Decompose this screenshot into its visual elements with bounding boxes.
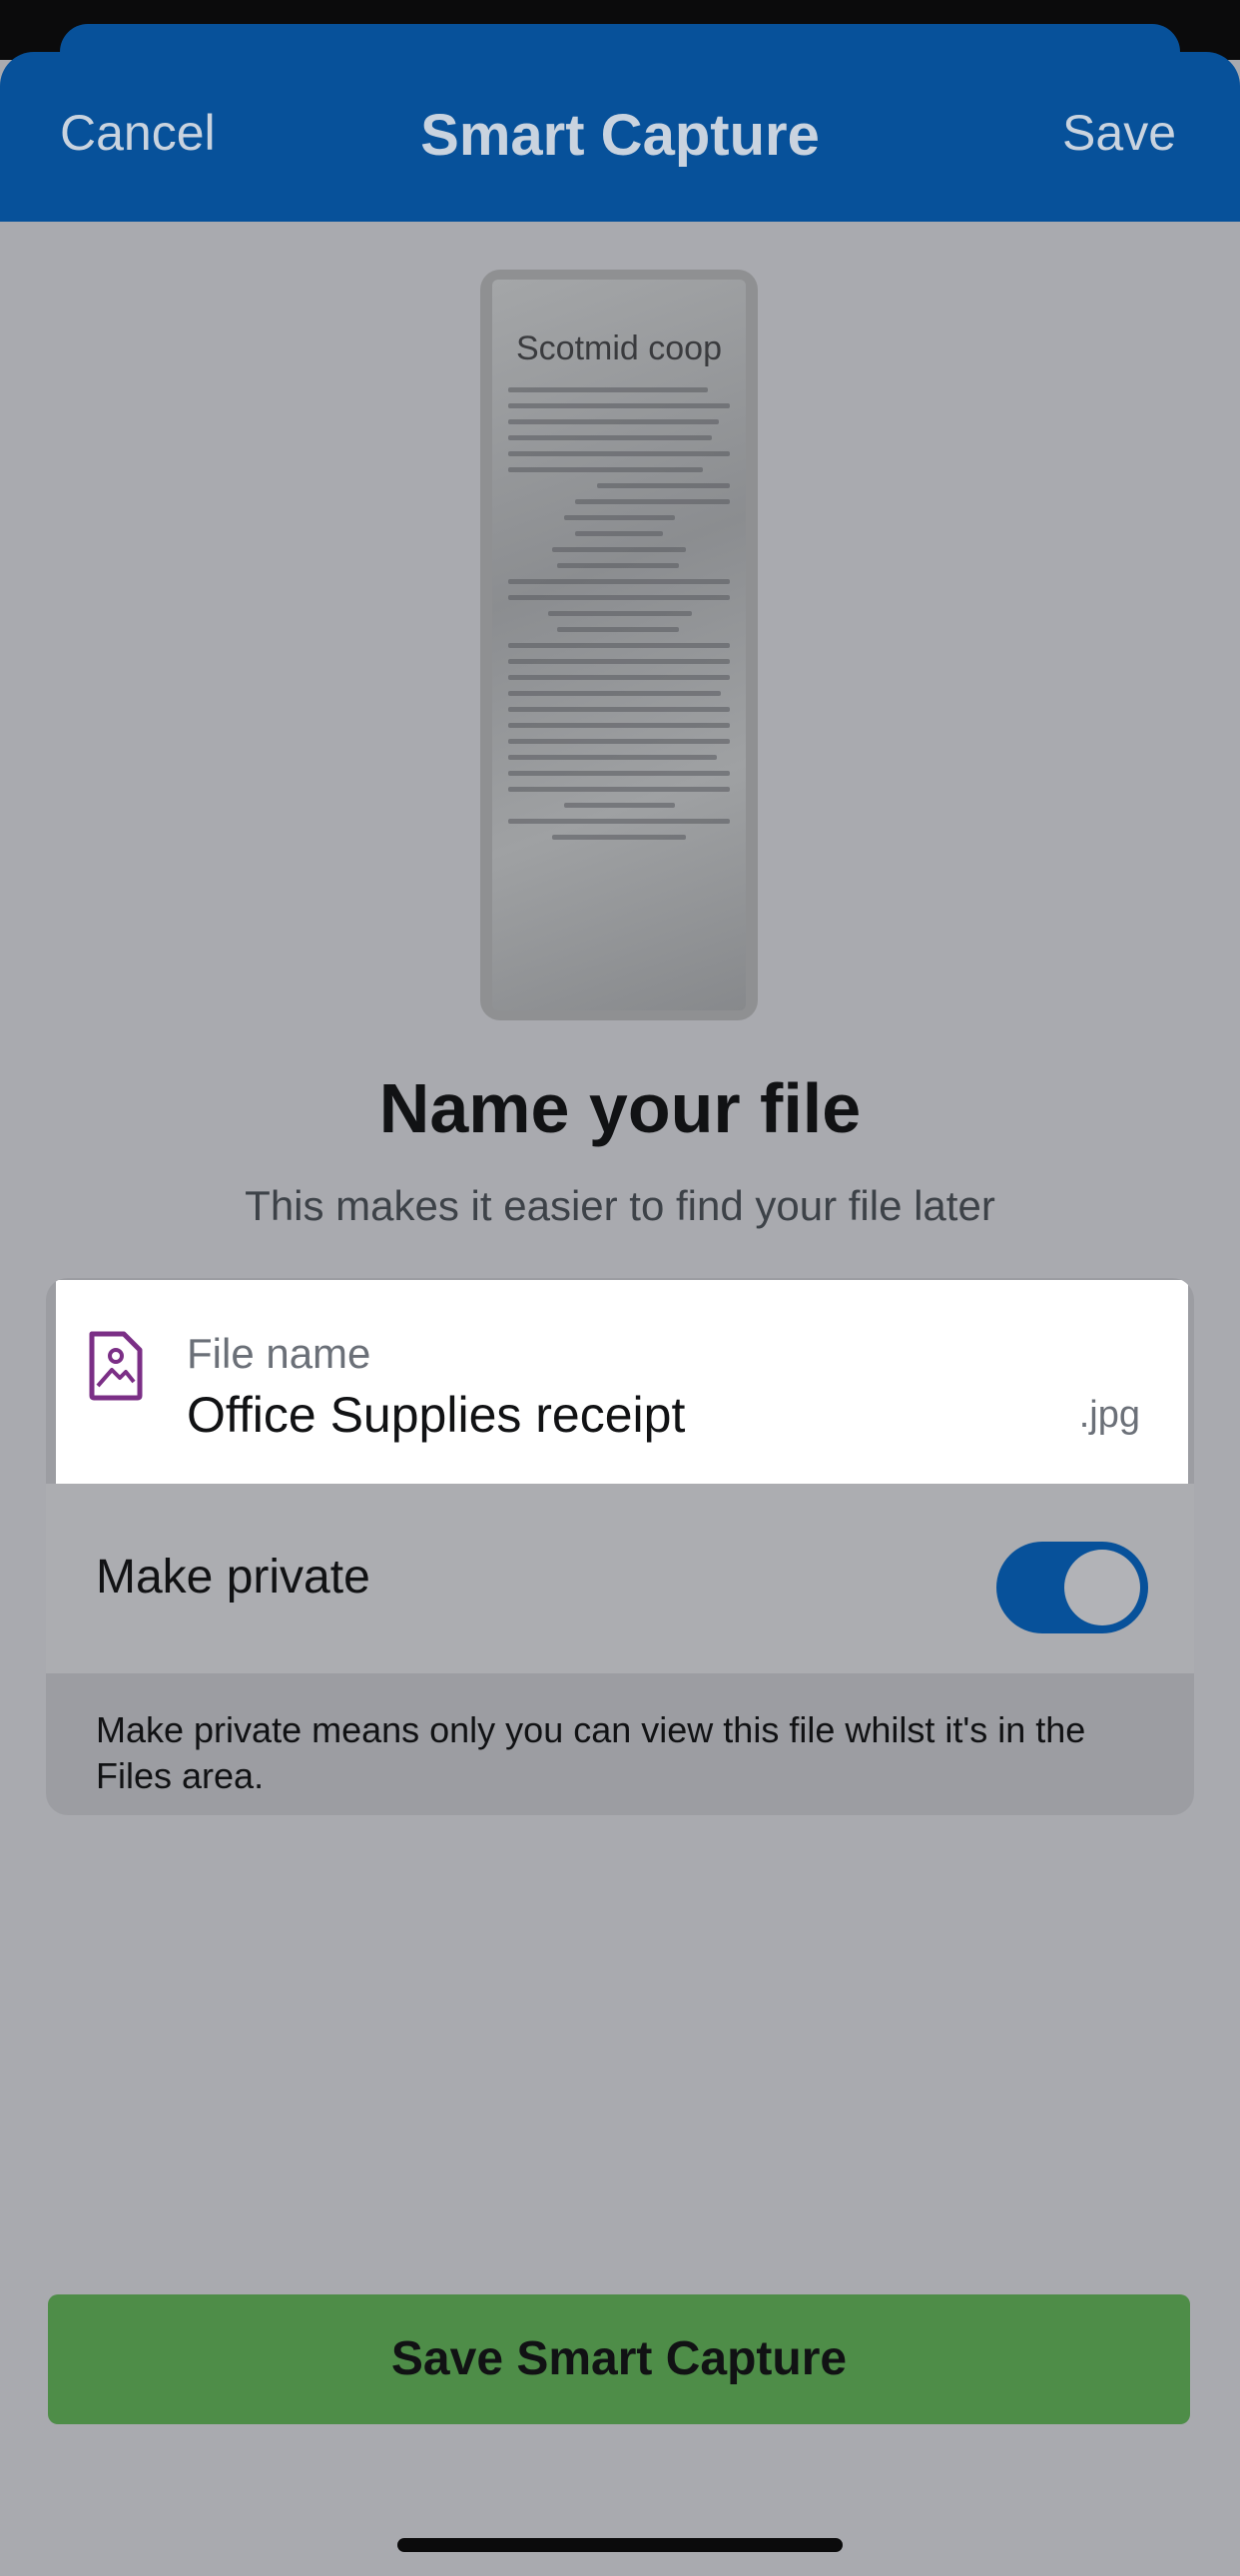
make-private-note: Make private means only you can view thi… bbox=[96, 1709, 1086, 1796]
image-file-icon bbox=[89, 1331, 143, 1401]
make-private-row: Make private bbox=[46, 1484, 1194, 1673]
file-name-input[interactable]: Office Supplies receipt bbox=[187, 1386, 685, 1444]
name-file-subheading: This makes it easier to find your file l… bbox=[245, 1182, 995, 1229]
toggle-knob bbox=[1064, 1550, 1140, 1625]
nav-bar: Cancel Smart Capture Save bbox=[0, 52, 1240, 222]
file-name-field[interactable]: File name Office Supplies receipt .jpg bbox=[56, 1280, 1188, 1484]
save-smart-capture-button[interactable]: Save Smart Capture bbox=[48, 2294, 1190, 2424]
receipt-preview-image: Scotmid coop bbox=[480, 270, 758, 1020]
file-extension: .jpg bbox=[1078, 1394, 1140, 1436]
name-file-heading: Name your file bbox=[378, 1069, 862, 1147]
home-indicator bbox=[397, 2538, 843, 2552]
make-private-label: Make private bbox=[96, 1551, 370, 1604]
file-settings-card: File name Office Supplies receipt .jpg M… bbox=[46, 1278, 1194, 1815]
receipt-brand-logo: Scotmid coop bbox=[516, 329, 722, 367]
make-private-toggle[interactable] bbox=[996, 1542, 1148, 1633]
save-button[interactable]: Save bbox=[1062, 104, 1176, 162]
file-name-label: File name bbox=[187, 1330, 371, 1377]
receipt-text-lines bbox=[508, 387, 730, 851]
page-title: Smart Capture bbox=[420, 103, 820, 168]
